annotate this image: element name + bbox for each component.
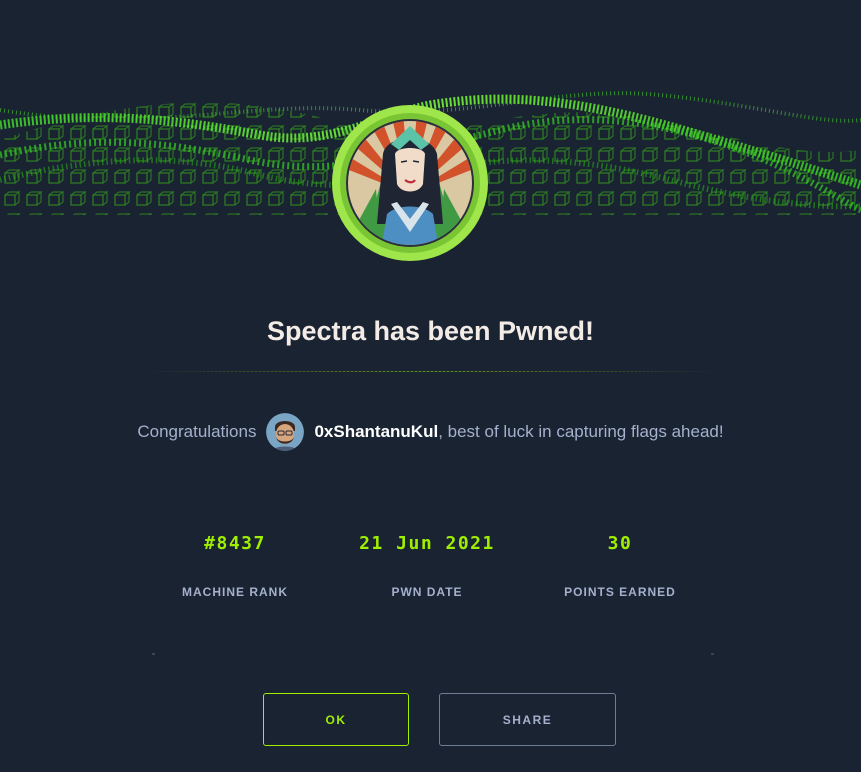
pwn-date-label: PWN DATE [391, 585, 463, 599]
username-link[interactable]: 0xShantanuKul [314, 422, 438, 442]
machine-rank-value: #8437 [204, 533, 266, 554]
congrats-prefix: Congratulations [137, 422, 257, 441]
decor-dot-left [152, 653, 155, 655]
congratulations-message: Congratulations 0xShantanuKul , best of … [0, 412, 861, 452]
stat-pwn-date: 21 Jun 2021 PWN DATE [327, 532, 527, 599]
machine-rank-label: MACHINE RANK [182, 585, 288, 599]
stat-points-earned: 30 POINTS EARNED [520, 532, 720, 599]
user-avatar [266, 413, 305, 451]
decor-dot-right [711, 653, 714, 655]
machine-avatar-badge [332, 105, 488, 261]
pwn-stats: #8437 MACHINE RANK 21 Jun 2021 PWN DATE … [0, 532, 861, 602]
ok-button[interactable]: OK [263, 693, 409, 746]
title-divider-dots [141, 371, 720, 372]
stat-machine-rank: #8437 MACHINE RANK [135, 532, 335, 599]
pwn-date-value: 21 Jun 2021 [359, 533, 495, 554]
pwned-title: Spectra has been Pwned! [266, 316, 595, 346]
congrats-suffix: , best of luck in capturing flags ahead! [438, 422, 724, 441]
share-button[interactable]: SHARE [439, 693, 616, 746]
points-earned-value: 30 [607, 533, 633, 554]
points-earned-label: POINTS EARNED [564, 585, 676, 599]
